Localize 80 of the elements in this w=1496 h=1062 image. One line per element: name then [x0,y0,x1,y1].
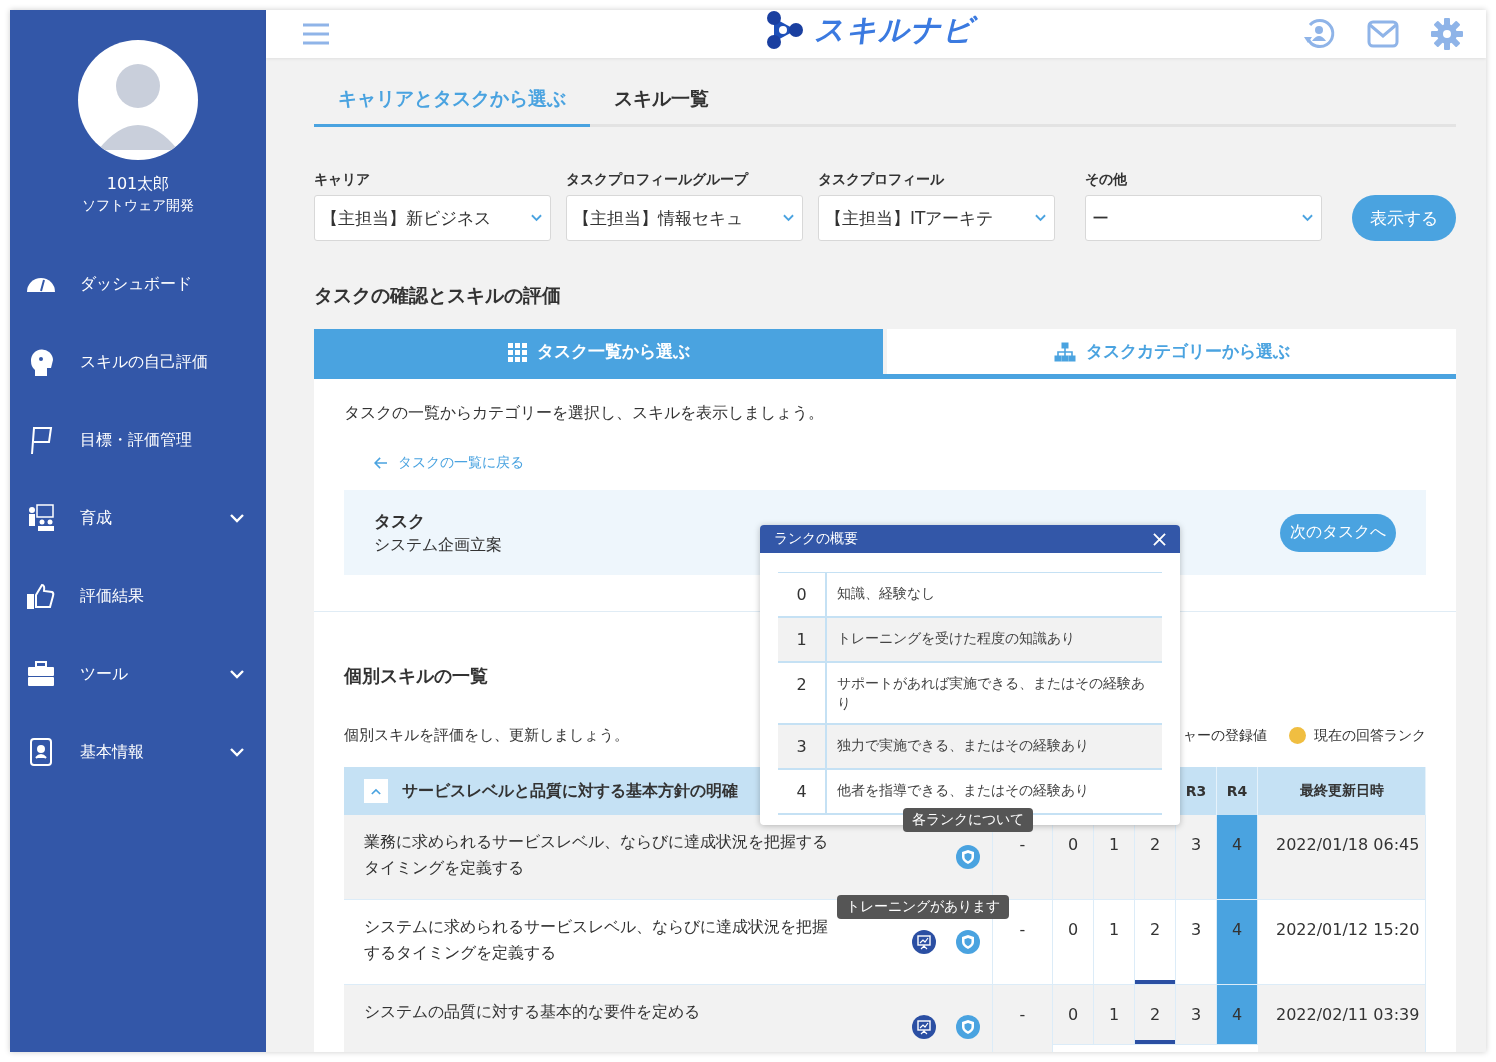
sidebar-item[interactable]: 目標・評価管理 [10,401,266,479]
chevron-down-icon [230,747,244,757]
filter-label: タスクプロフィールグループ [566,171,750,189]
task-name: システム企画立案 [374,534,502,556]
column-header: 最終更新日時 [1258,767,1426,815]
rank-cell[interactable]: 4 [1217,900,1258,985]
hierarchy-icon [1053,341,1076,362]
rank-cell[interactable]: 1 [1094,900,1135,985]
chevron-down-icon [783,214,794,222]
instruction-text: タスクの一覧からカテゴリーを選択し、スキルを表示しましょう。 [344,403,825,424]
dropdown-field[interactable]: ー [1085,195,1322,241]
chevron-up-icon [371,787,381,795]
skill-cell: システムの品質に対する基本的な要件を定める [344,985,895,1052]
date-cell: 2022/01/12 15:20 [1258,900,1426,985]
rank-cell[interactable]: 1 [1094,985,1135,1045]
presentation-icon[interactable] [912,1015,936,1039]
collapse-button[interactable] [364,779,388,803]
dropdown-field[interactable]: 【主担当】ITアーキテ [818,195,1055,241]
rank-cell[interactable]: 4 [1217,985,1258,1045]
shield-icon[interactable] [956,1015,980,1039]
chevron-down-icon [1035,214,1046,222]
chevron-down-icon [230,513,244,523]
dropdown-field[interactable]: 【主担当】新ビジネス [314,195,551,241]
rank-description: サポートがあれば実施できる、またはその経験あり [836,674,1146,713]
rank-number: 3 [778,725,827,768]
shield-icon[interactable] [956,845,980,869]
tab[interactable]: スキル一覧 [590,76,733,127]
popup-title: ランクの概要 [774,530,858,548]
menu-icon[interactable] [302,22,330,46]
user-department: ソフトウェア開発 [82,197,194,215]
column-header: R4 [1217,767,1258,815]
close-icon[interactable] [1153,532,1166,546]
rank-description: トレーニングを受けた程度の知識あり [836,629,1076,648]
arrow-left-icon [374,457,388,469]
section-title: タスクの確認とスキルの評価 [314,283,562,308]
rank-description: 他者を指導できる、またはその経験あり [836,781,1090,800]
sidebar-item[interactable]: 評価結果 [10,557,266,635]
rank-cell[interactable]: 3 [1176,815,1217,900]
rank-number: 0 [778,573,827,616]
presentation-icon[interactable] [912,930,936,954]
sidebar-item[interactable]: ダッシュボード [10,245,266,323]
chevron-down-icon [1302,214,1313,222]
legend-label: 現在の回答ランク [1314,726,1426,745]
tooltip: 各ランクについて [903,808,1033,832]
rank-cell[interactable]: 3 [1176,985,1217,1045]
grid-icon [507,341,527,362]
skills-title: 個別スキルの一覧 [344,664,488,688]
rank-cell[interactable]: 0 [1053,985,1094,1045]
task-heading: タスク [374,509,426,533]
sidebar-item[interactable]: スキルの自己評価 [10,323,266,401]
shield-icon[interactable] [956,930,980,954]
user-name: 101太郎 [106,174,170,195]
group-title: サービスレベルと品質に対する基本方針の明確 [402,780,738,802]
chevron-down-icon [531,214,542,222]
rank-cell[interactable]: 3 [1176,900,1217,985]
legend-label: ャーの登録値 [1183,726,1267,745]
settings-icon[interactable] [1430,17,1464,51]
rank-description: 独力で実施できる、またはその経験あり [836,736,1090,755]
rank-number: 2 [778,663,827,723]
rank-cell[interactable]: 4 [1217,815,1258,900]
dropdown-field[interactable]: 【主担当】情報セキュ [566,195,803,241]
sidebar-item[interactable]: ツール [10,635,266,713]
date-cell: 2022/01/18 06:45 [1258,815,1426,900]
filter-label: タスクプロフィール [818,171,945,189]
user-sync-icon[interactable] [1302,17,1336,51]
chevron-down-icon [230,669,244,679]
filter-label: その他 [1085,171,1128,189]
table-cell: - [993,985,1053,1052]
rank-cell[interactable]: 2 [1135,900,1176,985]
sidebar-item[interactable]: 基本情報 [10,713,266,791]
skill-cell: 業務に求められるサービスレベル、ならびに達成状況を把握するタイミングを定義する [344,815,895,900]
rank-description: 知識、経験なし [836,584,936,603]
rank-cell[interactable]: 0 [1053,900,1094,985]
rank-cell[interactable]: 2 [1135,985,1176,1045]
skills-description: 個別スキルを評価をし、更新しましょう。 [344,726,629,745]
rank-number: 1 [778,618,827,661]
sidebar-item[interactable]: 育成 [10,479,266,557]
date-cell: 2022/02/11 03:39 [1258,985,1426,1052]
filter-label: キャリア [314,171,371,189]
rank-number: 4 [778,770,827,813]
